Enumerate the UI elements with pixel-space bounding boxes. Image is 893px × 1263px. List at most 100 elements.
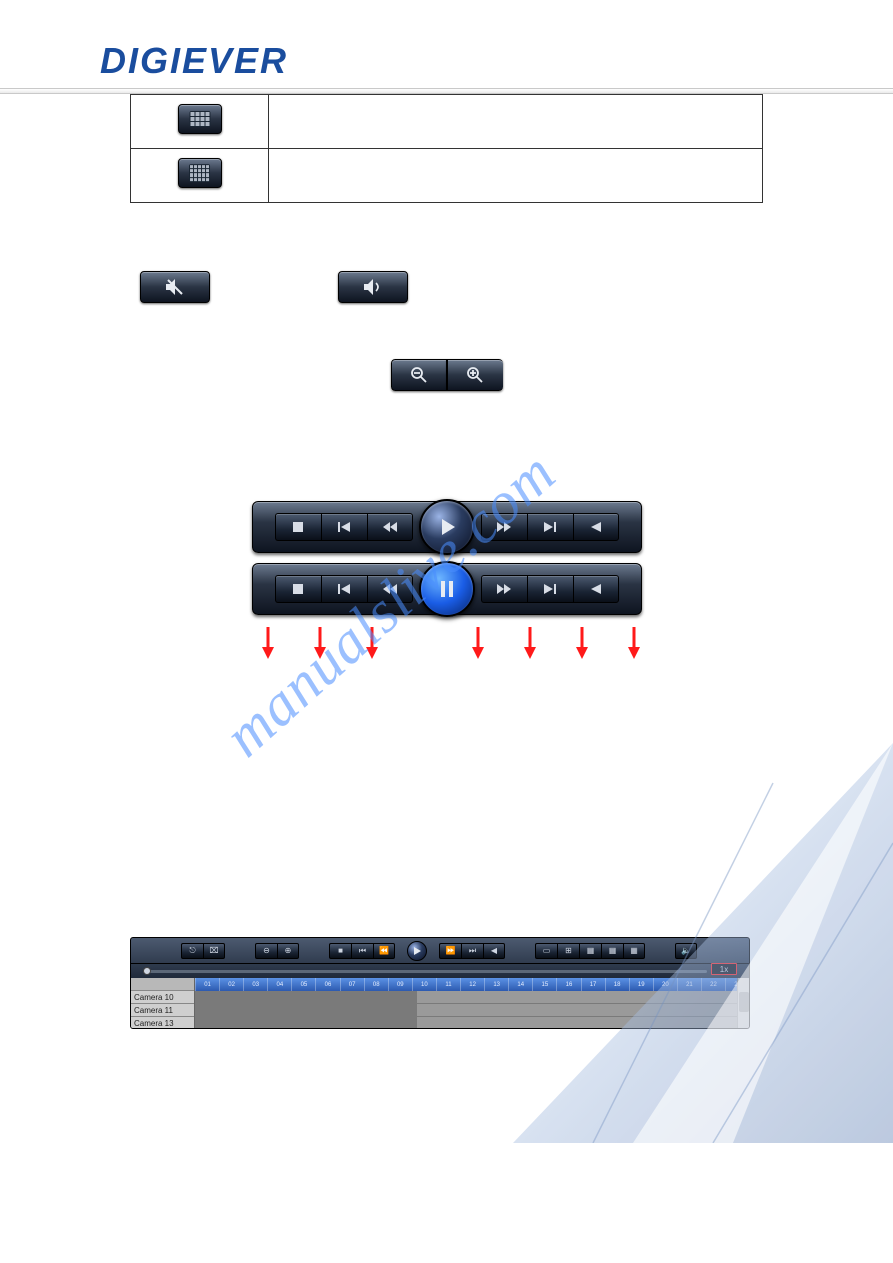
- tl-layout4-button[interactable]: ⊞: [557, 943, 579, 959]
- arrow-7: [627, 627, 641, 659]
- tl-tick: 13: [484, 978, 508, 991]
- tl-tick: 06: [315, 978, 339, 991]
- tl-revplay-button[interactable]: ◀: [483, 943, 505, 959]
- stop-icon: [293, 522, 303, 532]
- play-icon: [438, 518, 456, 536]
- prev-icon: [338, 584, 350, 594]
- tl-tick: 03: [243, 978, 267, 991]
- tl-cam-row-3[interactable]: Camera 13: [131, 1017, 194, 1029]
- tl-export-button[interactable]: ⎋: [181, 943, 203, 959]
- grid-12-button[interactable]: [178, 104, 222, 134]
- tl-layout12-button[interactable]: ▦: [601, 943, 623, 959]
- tl-zoom-group: ⊖ ⊕: [255, 943, 299, 959]
- tl-tick: 01: [195, 978, 219, 991]
- prev-button[interactable]: [321, 513, 367, 541]
- tl-tick: 05: [291, 978, 315, 991]
- grid-12-desc: [269, 95, 763, 149]
- next-icon: [544, 584, 556, 594]
- tl-cam-row-2[interactable]: Camera 11: [131, 1004, 194, 1017]
- zoom-in-button[interactable]: [447, 359, 503, 391]
- tl-tick: 16: [556, 978, 580, 991]
- stop-button[interactable]: [275, 513, 321, 541]
- tl-tick: 17: [581, 978, 605, 991]
- tl-cam-row-1[interactable]: Camera 10: [131, 991, 194, 1004]
- tl-play-right-group: ⏩ ⏭ ◀: [439, 943, 505, 959]
- arrow-2: [313, 627, 327, 659]
- play-button[interactable]: [419, 499, 475, 555]
- tl-tick: 04: [267, 978, 291, 991]
- tl-tick: 10: [412, 978, 436, 991]
- timeline-panel: ⎋ ⌧ ⊖ ⊕ ■ ⏮ ⏪ ⏩ ⏭: [130, 937, 750, 1029]
- reverse-play-button[interactable]: [573, 513, 619, 541]
- tl-play-button[interactable]: [407, 941, 427, 961]
- unmute-button[interactable]: [338, 271, 408, 303]
- reverse-play-button-2[interactable]: [573, 575, 619, 603]
- forward-button-2[interactable]: [481, 575, 527, 603]
- tl-forward-button[interactable]: ⏩: [439, 943, 461, 959]
- tl-speed-slider[interactable]: [143, 970, 707, 973]
- arrow-3: [365, 627, 379, 659]
- forward-icon: [497, 522, 511, 532]
- tl-export-group: ⎋ ⌧: [181, 943, 225, 959]
- grid-12-icon: [189, 111, 210, 127]
- grid-16-desc: [269, 149, 763, 203]
- next-button[interactable]: [527, 513, 573, 541]
- tl-snapshot-button[interactable]: ⌧: [203, 943, 225, 959]
- tl-track-1[interactable]: [195, 991, 749, 1004]
- arrow-5: [523, 627, 537, 659]
- tl-slider-thumb[interactable]: [143, 967, 151, 975]
- rewind-icon: [383, 584, 397, 594]
- brand-logo: DIGIEVER: [100, 40, 893, 82]
- tl-track-2[interactable]: [195, 1004, 749, 1017]
- rewind-button-2[interactable]: [367, 575, 413, 603]
- tl-tick: 20: [653, 978, 677, 991]
- display-mode-table: [130, 94, 763, 203]
- forward-button[interactable]: [481, 513, 527, 541]
- arrow-6: [575, 627, 589, 659]
- zoom-out-button[interactable]: [391, 359, 447, 391]
- tl-next-button[interactable]: ⏭: [461, 943, 483, 959]
- tl-tick: 22: [701, 978, 725, 991]
- zoom-button-group: [391, 359, 503, 391]
- tl-tick: 18: [605, 978, 629, 991]
- tl-layout9-button[interactable]: ▦: [579, 943, 601, 959]
- grid-16-button[interactable]: [178, 158, 222, 188]
- arrow-1: [261, 627, 275, 659]
- grid-16-icon: [189, 164, 211, 182]
- playback-bar-1: [252, 501, 642, 553]
- rewind-button[interactable]: [367, 513, 413, 541]
- tl-tick: 19: [629, 978, 653, 991]
- tl-play-left-group: ■ ⏮ ⏪: [329, 943, 395, 959]
- tl-scrollbar[interactable]: [737, 978, 749, 1029]
- rewind-icon: [383, 522, 397, 532]
- tl-tick: 21: [677, 978, 701, 991]
- tl-time-ruler[interactable]: 0102030405060708091011121314151617181920…: [195, 978, 749, 991]
- prev-button-2[interactable]: [321, 575, 367, 603]
- next-icon: [544, 522, 556, 532]
- tl-tick: 12: [460, 978, 484, 991]
- zoom-in-icon: [466, 366, 484, 384]
- tl-audio-button[interactable]: 🔈: [675, 943, 697, 959]
- tl-tick: 08: [364, 978, 388, 991]
- prev-icon: [338, 522, 350, 532]
- pause-button[interactable]: [419, 561, 475, 617]
- pause-icon: [439, 580, 455, 598]
- tl-layout16-button[interactable]: ▦: [623, 943, 645, 959]
- muted-icon: [164, 278, 186, 296]
- tl-rewind-button[interactable]: ⏪: [373, 943, 395, 959]
- mute-button[interactable]: [140, 271, 210, 303]
- tl-layout1-button[interactable]: ▭: [535, 943, 557, 959]
- tl-tick: 09: [388, 978, 412, 991]
- forward-icon: [497, 584, 511, 594]
- tl-tick: 15: [532, 978, 556, 991]
- tl-zoomin-button[interactable]: ⊕: [277, 943, 299, 959]
- tl-speed-indicator: 1x: [711, 963, 737, 975]
- tl-stop-button[interactable]: ■: [329, 943, 351, 959]
- tl-tick: 02: [219, 978, 243, 991]
- stop-button-2[interactable]: [275, 575, 321, 603]
- tl-zoomout-button[interactable]: ⊖: [255, 943, 277, 959]
- next-button-2[interactable]: [527, 575, 573, 603]
- tl-cam-header: [131, 978, 194, 991]
- tl-prev-button[interactable]: ⏮: [351, 943, 373, 959]
- tl-track-3[interactable]: [195, 1017, 749, 1029]
